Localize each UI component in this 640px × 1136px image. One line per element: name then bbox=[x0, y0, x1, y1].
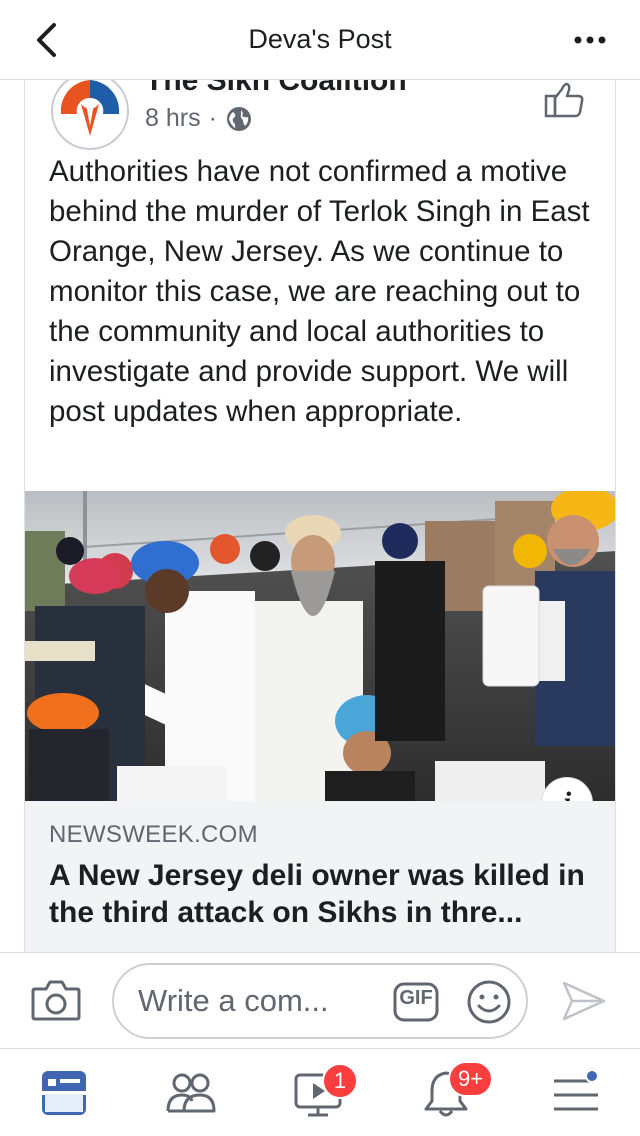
gif-label: GIF bbox=[399, 987, 433, 1009]
send-icon bbox=[562, 981, 606, 1021]
emoji-button[interactable] bbox=[466, 979, 512, 1025]
post-text: Authorities have not confirmed a motive … bbox=[49, 155, 590, 428]
comment-input[interactable]: Write a com... GIF bbox=[112, 963, 528, 1039]
tab-news-feed[interactable] bbox=[34, 1067, 94, 1121]
volunteers-photo bbox=[25, 491, 615, 801]
video-badge: 1 bbox=[322, 1063, 358, 1099]
tab-groups[interactable] bbox=[160, 1067, 220, 1121]
link-preview-image[interactable]: i bbox=[25, 491, 615, 801]
post-time[interactable]: 8 hrs bbox=[145, 104, 201, 133]
tab-watch[interactable]: 1 bbox=[288, 1063, 358, 1121]
meta-separator: · bbox=[208, 104, 217, 132]
more-dots-icon bbox=[574, 36, 606, 44]
notifications-badge: 9+ bbox=[448, 1061, 494, 1097]
camera-button[interactable] bbox=[30, 977, 82, 1023]
globe-icon bbox=[226, 106, 251, 131]
gif-button[interactable]: GIF bbox=[392, 981, 440, 1023]
comment-placeholder: Write a com... bbox=[138, 983, 329, 1018]
post-card: The Sikh Coalition 8 hrs · Authorities h… bbox=[24, 80, 616, 952]
tab-notifications[interactable]: 9+ bbox=[416, 1061, 494, 1121]
camera-icon bbox=[31, 980, 81, 1021]
page-name[interactable]: The Sikh Coalition bbox=[145, 80, 407, 98]
more-options-button[interactable] bbox=[570, 24, 610, 54]
link-title: A New Jersey deli owner was killed in th… bbox=[49, 859, 585, 929]
link-preview-box[interactable]: NEWSWEEK.COM A New Jersey deli owner was… bbox=[25, 801, 615, 952]
news-feed-icon bbox=[42, 1071, 86, 1115]
link-domain: NEWSWEEK.COM bbox=[49, 821, 258, 848]
like-page-button[interactable] bbox=[543, 80, 587, 120]
thumbs-up-icon bbox=[544, 82, 584, 118]
top-bar: Deva's Post bbox=[0, 0, 640, 80]
page-title: Deva's Post bbox=[248, 24, 392, 54]
send-button[interactable] bbox=[560, 979, 608, 1023]
menu-icon bbox=[554, 1069, 599, 1111]
post-meta: 8 hrs · bbox=[145, 104, 253, 133]
page-avatar[interactable] bbox=[51, 80, 129, 150]
comment-bar: Write a com... GIF bbox=[0, 952, 640, 1048]
tab-menu[interactable] bbox=[546, 1067, 606, 1121]
sikh-coalition-logo-icon bbox=[54, 80, 126, 147]
bottom-tab-bar: 1 9+ bbox=[0, 1048, 640, 1136]
groups-icon bbox=[166, 1073, 216, 1113]
smiley-icon bbox=[467, 980, 511, 1024]
